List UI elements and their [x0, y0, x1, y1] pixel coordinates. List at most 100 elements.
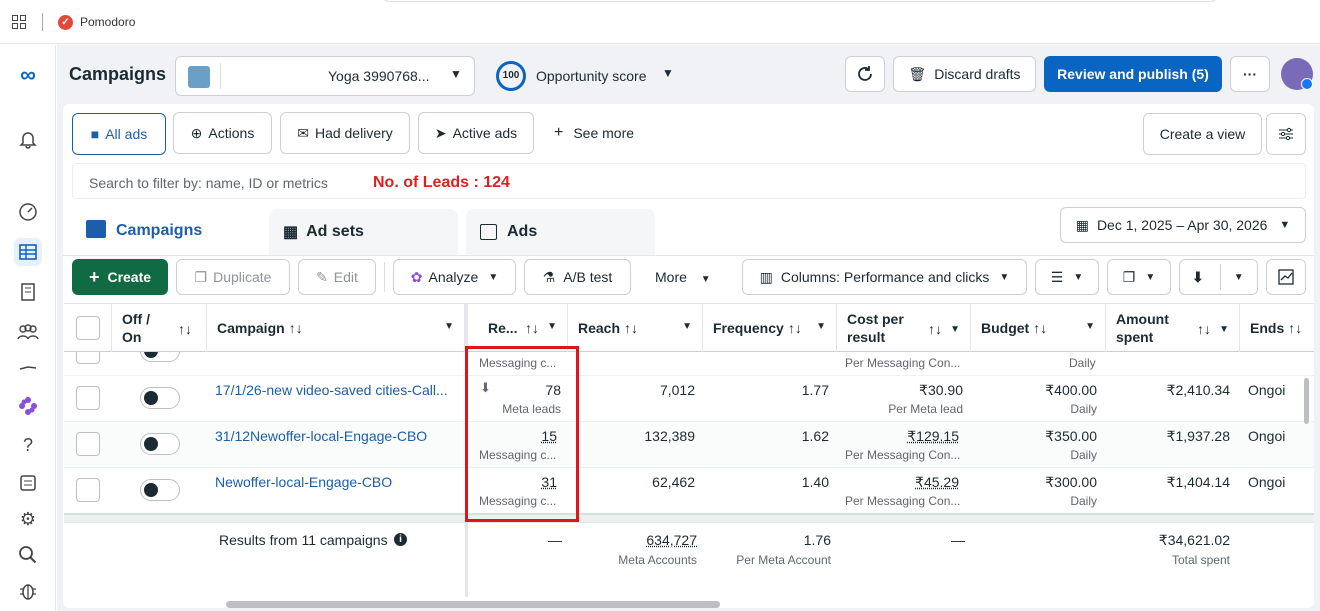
tab-campaigns[interactable]: Campaigns — [72, 207, 261, 255]
bookmark-pomodoro[interactable]: Pomodoro — [80, 15, 135, 29]
create-button[interactable]: + Create — [72, 259, 168, 295]
tab-ad-sets[interactable]: ▦ Ad sets — [269, 209, 458, 255]
column-amount-spent[interactable]: Amount spent ↑↓ ▼ — [1106, 304, 1240, 352]
date-range-picker[interactable]: ▦ Dec 1, 2025 – Apr 30, 2026 ▼ — [1060, 207, 1306, 243]
more-button[interactable]: More ▼ — [655, 269, 711, 285]
chevron-down-icon[interactable]: ▼ — [816, 321, 826, 332]
filter-had-delivery[interactable]: ✉ Had delivery — [280, 112, 410, 154]
column-cost-per-result[interactable]: Cost per result ↑↓ ▼ — [837, 304, 971, 352]
row-checkbox[interactable] — [76, 478, 100, 502]
facebook-badge-icon — [1301, 78, 1313, 90]
filter-actions[interactable]: ⊕ Actions — [173, 112, 272, 154]
discard-drafts-button[interactable]: 🗑 Discard drafts — [893, 56, 1036, 92]
sort-icon[interactable]: ↑↓ — [624, 320, 638, 336]
pencil-icon: ✎ — [316, 268, 328, 285]
info-icon[interactable]: i — [394, 533, 407, 546]
bell-icon[interactable] — [14, 125, 42, 153]
billing-icon[interactable] — [14, 469, 42, 497]
vertical-scrollbar[interactable] — [1304, 378, 1309, 424]
campaign-name-link[interactable]: 31/12Newoffer-local-Engage-CBO — [215, 428, 427, 444]
chevron-down-icon[interactable]: ▼ — [1085, 321, 1095, 332]
sort-icon[interactable]: ↑↓ — [289, 320, 303, 336]
row-toggle[interactable] — [140, 387, 180, 409]
customize-filters-button[interactable] — [1266, 113, 1306, 155]
create-view-button[interactable]: Create a view — [1143, 113, 1262, 155]
filter-all-ads[interactable]: ■ All ads — [72, 113, 166, 155]
chevron-down-icon[interactable]: ▼ — [682, 321, 692, 332]
refresh-button[interactable] — [845, 56, 885, 92]
reach-value: 132,389 — [644, 428, 695, 444]
sort-icon[interactable]: ↑↓ — [1288, 320, 1302, 336]
column-reach[interactable]: Reach ↑↓ ▼ — [568, 304, 703, 352]
chevron-down-icon[interactable]: ▼ — [444, 321, 454, 332]
column-ends[interactable]: Ends ↑↓ — [1240, 304, 1314, 352]
select-all-checkbox[interactable] — [76, 316, 100, 340]
meta-logo-icon[interactable]: ∞ — [14, 61, 42, 89]
sort-icon[interactable]: ↑↓ — [928, 320, 942, 338]
column-budget[interactable]: Budget ↑↓ ▼ — [971, 304, 1106, 352]
sort-icon[interactable]: ↑↓ — [1033, 320, 1047, 336]
chevron-down-icon[interactable]: ▼ — [1219, 321, 1229, 339]
bug-icon[interactable] — [14, 577, 42, 605]
table-row[interactable]: Newoffer-local-Engage-CBO 31 Messaging c… — [64, 468, 1314, 514]
help-icon[interactable]: ? — [14, 431, 42, 459]
review-publish-button[interactable]: Review and publish (5) — [1044, 56, 1222, 92]
sort-icon[interactable]: ↑↓ — [1197, 320, 1211, 338]
opportunity-score-badge[interactable]: 100 — [496, 61, 526, 91]
chevron-down-icon[interactable]: ▼ — [547, 321, 557, 332]
campaign-name-link[interactable]: Newoffer-local-Engage-CBO — [215, 474, 392, 490]
chevron-down-icon[interactable]: ▼ — [950, 321, 960, 339]
search-input[interactable]: Search to filter by: name, ID or metrics… — [72, 163, 1306, 199]
more-options-button[interactable]: ··· — [1230, 56, 1270, 92]
apps-grid-icon[interactable] — [12, 15, 26, 29]
columns-selector[interactable]: ▥ Columns: Performance and clicks ▼ — [742, 259, 1027, 295]
edit-button[interactable]: ✎ Edit — [298, 259, 376, 295]
row-checkbox[interactable] — [76, 352, 100, 364]
see-more-label: See more — [573, 125, 635, 141]
sort-icon[interactable]: ↑↓ — [788, 320, 802, 336]
column-onoff[interactable]: Off / On ↑↓ — [112, 304, 207, 352]
see-more-button[interactable]: + See more — [554, 125, 635, 142]
chevron-down-icon[interactable]: ▼ — [662, 66, 674, 80]
ab-test-label: A/B test — [563, 269, 613, 285]
table-row[interactable]: 17/1/26-new video-saved cities-Call... ⬇… — [64, 376, 1314, 422]
column-results[interactable]: Re... ↑↓ ▼ — [468, 304, 568, 352]
column-frequency[interactable]: Frequency ↑↓ ▼ — [703, 304, 837, 352]
row-checkbox[interactable] — [76, 432, 100, 456]
campaigns-table-icon[interactable] — [14, 238, 42, 266]
campaign-name-link[interactable]: 17/1/26-new video-saved cities-Call... — [215, 382, 448, 398]
account-selector[interactable]: Yoga 3990768... ▼ — [175, 56, 475, 96]
column-campaign[interactable]: Campaign ↑↓ ▼ — [207, 304, 465, 352]
row-toggle[interactable] — [140, 433, 180, 455]
chart-line-icon[interactable] — [14, 352, 42, 380]
pomodoro-icon[interactable]: ✓ — [58, 15, 73, 30]
row-toggle[interactable] — [140, 352, 180, 362]
table-row-partial[interactable]: Messaging c... Per Messaging Con... Dail… — [64, 352, 1314, 376]
tab-ads[interactable]: Ads — [466, 209, 655, 255]
row-checkbox[interactable] — [76, 386, 100, 410]
divider — [384, 262, 385, 292]
budget-value: ₹400.00 — [1045, 382, 1097, 398]
opportunity-score-label[interactable]: Opportunity score — [536, 68, 647, 84]
ab-test-button[interactable]: ⚗ A/B test — [524, 259, 631, 295]
gauge-icon[interactable] — [14, 198, 42, 226]
analyze-flower-icon[interactable] — [14, 392, 42, 420]
charts-button[interactable] — [1266, 259, 1306, 295]
row-toggle[interactable] — [140, 479, 180, 501]
search-icon[interactable] — [14, 541, 42, 569]
filter-active-ads[interactable]: ➤ Active ads — [418, 112, 534, 154]
sort-icon[interactable]: ↑↓ — [178, 320, 192, 338]
audience-icon[interactable] — [14, 318, 42, 346]
duplicate-button[interactable]: ❐ Duplicate — [176, 259, 290, 295]
reports-button[interactable]: ❐ ▼ — [1107, 259, 1171, 295]
horizontal-scrollbar[interactable] — [226, 601, 720, 608]
export-button[interactable]: ⬇ ▼ — [1179, 259, 1258, 295]
analyze-button[interactable]: ✿ Analyze ▼ — [393, 259, 516, 295]
table-row[interactable]: 31/12Newoffer-local-Engage-CBO 15 Messag… — [64, 422, 1314, 468]
download-icon: ⬇ — [1192, 268, 1204, 285]
totals-reach: 634,727 — [646, 532, 697, 548]
breakdown-button[interactable]: ☰ ▼ — [1035, 259, 1099, 295]
settings-icon[interactable]: ⚙ — [14, 505, 42, 533]
pages-icon[interactable] — [14, 278, 42, 306]
sort-icon[interactable]: ↑↓ — [525, 320, 539, 336]
